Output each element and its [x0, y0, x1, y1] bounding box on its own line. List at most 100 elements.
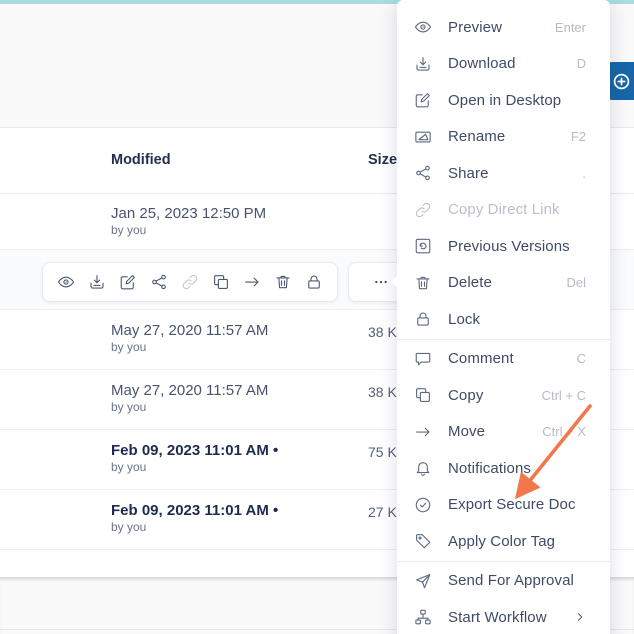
menu-item-send-for-approval[interactable]: Send For Approval — [397, 563, 610, 600]
context-menu-items: Preview Enter Download D Open in Desktop Rena… — [397, 9, 610, 634]
menu-item-label: Send For Approval — [448, 572, 574, 590]
modified-cell: Jan 25, 2023 12:50 PM by you — [111, 205, 266, 237]
link-icon — [181, 273, 199, 291]
move-button[interactable] — [243, 273, 261, 291]
add-button[interactable] — [608, 62, 634, 100]
copy-icon — [414, 386, 432, 404]
menu-item-label: Preview — [448, 18, 503, 36]
menu-item-share[interactable]: Share. — [397, 155, 610, 192]
menu-item-copy[interactable]: Copy Ctrl + C — [397, 377, 610, 414]
menu-item-start-workflow[interactable]: Start Workflow — [397, 599, 610, 634]
menu-item-shortcut: D — [576, 56, 586, 72]
comment-icon — [414, 350, 432, 368]
menu-divider — [397, 560, 610, 562]
menu-item-label: Move — [448, 423, 486, 441]
menu-item-label: Apply Color Tag — [448, 532, 556, 550]
ellipsis-icon — [373, 274, 389, 290]
menu-item-label: Copy — [448, 386, 484, 404]
modified-date: Jan 25, 2023 12:50 PM — [111, 205, 267, 222]
menu-item-shortcut: . — [582, 165, 586, 181]
trash-icon — [274, 273, 292, 291]
open-in-desktop-button[interactable] — [119, 273, 137, 291]
edit-icon — [119, 273, 137, 291]
row-action-toolbar — [42, 262, 338, 302]
plus-circle-icon — [612, 72, 631, 91]
share-button[interactable] — [150, 273, 168, 291]
menu-item-label: Lock — [448, 310, 481, 328]
menu-item-open-in-desktop[interactable]: Open in Desktop — [397, 82, 610, 119]
share-icon — [150, 273, 168, 291]
screen: Modified Size Jan 25, 2023 12:50 PM by yo… — [0, 0, 634, 634]
menu-item-shortcut: Ctrl + X — [542, 424, 586, 440]
column-header-size[interactable]: Size — [368, 152, 397, 168]
menu-item-notifications[interactable]: Notifications — [397, 450, 610, 487]
context-menu: Preview Enter Download D Open in Desktop Rena… — [391, 0, 610, 634]
menu-item-label: Delete — [448, 274, 492, 292]
menu-item-shortcut: Enter — [554, 19, 586, 35]
menu-item-label: Notifications — [448, 459, 532, 477]
modified-by: by you — [111, 223, 147, 237]
modified-by: by you — [111, 460, 147, 474]
column-header-modified[interactable]: Modified — [111, 152, 171, 168]
modified-by: by you — [111, 340, 147, 354]
share-icon — [414, 164, 432, 182]
menu-item-apply-color-tag[interactable]: Apply Color Tag — [397, 523, 610, 560]
preview-button[interactable] — [57, 273, 75, 291]
lock-icon — [305, 273, 323, 291]
download-button[interactable] — [88, 273, 106, 291]
modified-by: by you — [111, 520, 147, 534]
menu-item-shortcut: F2 — [570, 129, 586, 145]
lock-button[interactable] — [305, 273, 323, 291]
modified-cell: May 27, 2020 11:57 AM by you — [111, 382, 268, 414]
copy-icon — [212, 273, 230, 291]
eye-icon — [57, 273, 75, 291]
menu-item-label: Open in Desktop — [448, 91, 562, 109]
rename-icon — [414, 128, 432, 146]
trash-icon — [414, 274, 432, 292]
menu-item-label: Share — [448, 164, 489, 182]
copy-button[interactable] — [212, 273, 230, 291]
menu-item-lock[interactable]: Lock — [397, 301, 610, 338]
lock-icon — [414, 310, 432, 328]
modified-date: May 27, 2020 11:57 AM — [111, 382, 269, 399]
menu-item-label: Download — [448, 55, 516, 73]
menu-item-label: Copy Direct Link — [448, 201, 560, 219]
edit-icon — [414, 91, 432, 109]
download-icon — [414, 55, 432, 73]
menu-item-previous-versions[interactable]: Previous Versions — [397, 228, 610, 265]
menu-item-delete[interactable]: Delete Del — [397, 265, 610, 302]
menu-item-download[interactable]: Download D — [397, 46, 610, 83]
link-icon — [414, 201, 432, 219]
modified-date: May 27, 2020 11:57 AM — [111, 322, 269, 339]
menu-item-label: Comment — [448, 350, 514, 368]
modified-date: Feb 09, 2023 11:01 AM • — [111, 442, 279, 459]
menu-item-comment[interactable]: Comment C — [397, 341, 610, 378]
send-icon — [414, 572, 432, 590]
modified-cell: Feb 09, 2023 11:01 AM • by you — [111, 502, 278, 534]
tag-icon — [414, 532, 432, 550]
menu-divider — [397, 338, 610, 340]
arrow-right-icon — [243, 273, 261, 291]
menu-item-rename[interactable]: Rename F2 — [397, 119, 610, 156]
menu-item-label: Start Workflow — [448, 608, 547, 626]
delete-button[interactable] — [274, 273, 292, 291]
arrow-right-icon — [414, 423, 432, 441]
versions-icon — [414, 237, 432, 255]
chevron-right-icon — [574, 611, 586, 623]
modified-cell: May 27, 2020 11:57 AM by you — [111, 322, 268, 354]
menu-item-label: Export Secure Doc — [448, 496, 576, 514]
menu-item-preview[interactable]: Preview Enter — [397, 9, 610, 46]
workflow-icon — [414, 608, 432, 626]
eye-icon — [414, 18, 432, 36]
copy-direct-link-button — [181, 273, 199, 291]
menu-item-label: Rename — [448, 128, 506, 146]
menu-item-move[interactable]: Move Ctrl + X — [397, 414, 610, 451]
modified-cell: Feb 09, 2023 11:01 AM • by you — [111, 442, 278, 474]
modified-by: by you — [111, 400, 147, 414]
shield-check-icon — [414, 496, 432, 514]
menu-item-shortcut: Ctrl + C — [541, 387, 586, 403]
menu-item-shortcut: C — [576, 351, 586, 367]
menu-item-shortcut: Del — [566, 275, 586, 291]
menu-item-export-secure-doc[interactable]: Export Secure Doc — [397, 487, 610, 524]
menu-item-copy-direct-link: Copy Direct Link — [397, 192, 610, 229]
